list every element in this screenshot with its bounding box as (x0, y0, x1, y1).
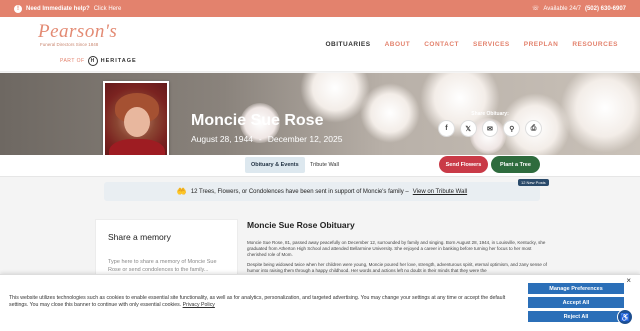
help-text: Need Immediate help? (26, 5, 90, 12)
blossom-decoration (560, 73, 640, 153)
logo-tagline: Funeral Directors Since 1848 (40, 42, 99, 47)
death-date: December 12, 2025 (267, 134, 343, 144)
main-nav: OBITUARIES ABOUT CONTACT SERVICES PREPLA… (325, 41, 618, 48)
send-flowers-button[interactable]: Send Flowers (439, 156, 488, 173)
site-header: Pearson's Funeral Directors Since 1848 P… (0, 17, 640, 72)
heritage-logo-icon: H (87, 56, 98, 66)
life-dates: August 28, 1944 - December 12, 2025 (191, 134, 342, 144)
view-tribute-wall-link[interactable]: View on Tribute Wall (413, 189, 467, 195)
site-logo[interactable]: Pearson's Funeral Directors Since 1848 P… (38, 21, 136, 68)
nav-resources[interactable]: RESOURCES (572, 41, 618, 48)
birth-date: August 28, 1944 (191, 134, 253, 144)
memory-input[interactable]: Type here to share a memory of Moncie Su… (108, 254, 225, 274)
contact-info: ☏ Available 24/7 (502) 630-6907 (531, 5, 626, 13)
email-icon[interactable]: ✉ (481, 120, 499, 137)
part-of-label: PART OF (60, 58, 85, 64)
tab-obituary-events[interactable]: Obituary & Events (245, 157, 305, 173)
share-obituary: Share Obituary: f 𝕏 ✉ ⚲ ⎙ (438, 111, 542, 137)
obituary-section: Moncie Sue Rose Obituary Moncie Sue Rose… (247, 220, 547, 274)
accessibility-icon[interactable]: ♿ (617, 309, 633, 325)
nav-services[interactable]: SERVICES (473, 41, 510, 48)
share-icons: f 𝕏 ✉ ⚲ ⎙ (438, 120, 542, 137)
heritage-label: HERITAGE (100, 58, 137, 64)
deceased-info: Moncie Sue Rose August 28, 1944 - Decemb… (191, 112, 342, 144)
nav-about[interactable]: ABOUT (385, 41, 411, 48)
warning-icon: ! (14, 4, 22, 13)
tab-tribute-wall[interactable]: Tribute Wall (304, 157, 345, 173)
manage-preferences-button[interactable]: Manage Preferences (528, 283, 624, 294)
obituary-title: Moncie Sue Rose Obituary (247, 220, 355, 230)
support-banner: 🤲 12 Trees, Flowers, or Condolences have… (104, 182, 540, 201)
accept-all-button[interactable]: Accept All (528, 297, 624, 308)
portrait-face (124, 107, 150, 137)
date-separator: - (258, 134, 262, 144)
facebook-icon[interactable]: f (438, 120, 455, 137)
share-memory-title: Share a memory (108, 232, 171, 242)
plant-tree-button[interactable]: Plant a Tree (491, 156, 540, 173)
obituary-tabs: Obituary & Events Tribute Wall Send Flow… (0, 155, 640, 177)
logo-name: Pearson's (38, 21, 118, 42)
nav-obituaries[interactable]: OBITUARIES (325, 41, 370, 48)
top-bar: ! Need Immediate help? Click Here ☏ Avai… (0, 0, 640, 17)
close-icon[interactable]: × (626, 276, 631, 285)
deceased-name: Moncie Sue Rose (191, 112, 324, 129)
help-link[interactable]: Click Here (94, 6, 122, 12)
x-icon[interactable]: 𝕏 (459, 120, 477, 137)
hand-heart-icon: 🤲 (176, 187, 187, 196)
availability-text: Available 24/7 (543, 5, 581, 12)
support-text: 12 Trees, Flowers, or Condolences have b… (190, 188, 409, 195)
obituary-paragraph: Despite being widowed twice when her chi… (247, 262, 547, 273)
privacy-policy-link[interactable]: Privacy Policy (183, 302, 215, 308)
new-posts-badge: 12 New Posts (518, 179, 549, 186)
cookie-message: This website utilizes technologies such … (9, 295, 506, 308)
nav-preplan[interactable]: PREPLAN (524, 41, 559, 48)
print-icon[interactable]: ⎙ (525, 120, 542, 137)
phone-icon: ☏ (531, 6, 540, 12)
cookie-text: This website utilizes technologies such … (9, 295, 517, 309)
phone-link[interactable]: (502) 630-6907 (585, 6, 626, 12)
obituary-paragraph: Moncie Sue Rose, 81, passed away peacefu… (247, 240, 546, 257)
reject-all-button[interactable]: Reject All (528, 311, 624, 322)
heritage-affiliation: PART OF H HERITAGE (60, 56, 137, 66)
nav-contact[interactable]: CONTACT (424, 41, 459, 48)
blossom-decoration (360, 83, 420, 143)
link-icon[interactable]: ⚲ (503, 120, 521, 137)
share-label: Share Obituary: (471, 111, 509, 117)
help-banner[interactable]: ! Need Immediate help? Click Here (14, 4, 122, 13)
